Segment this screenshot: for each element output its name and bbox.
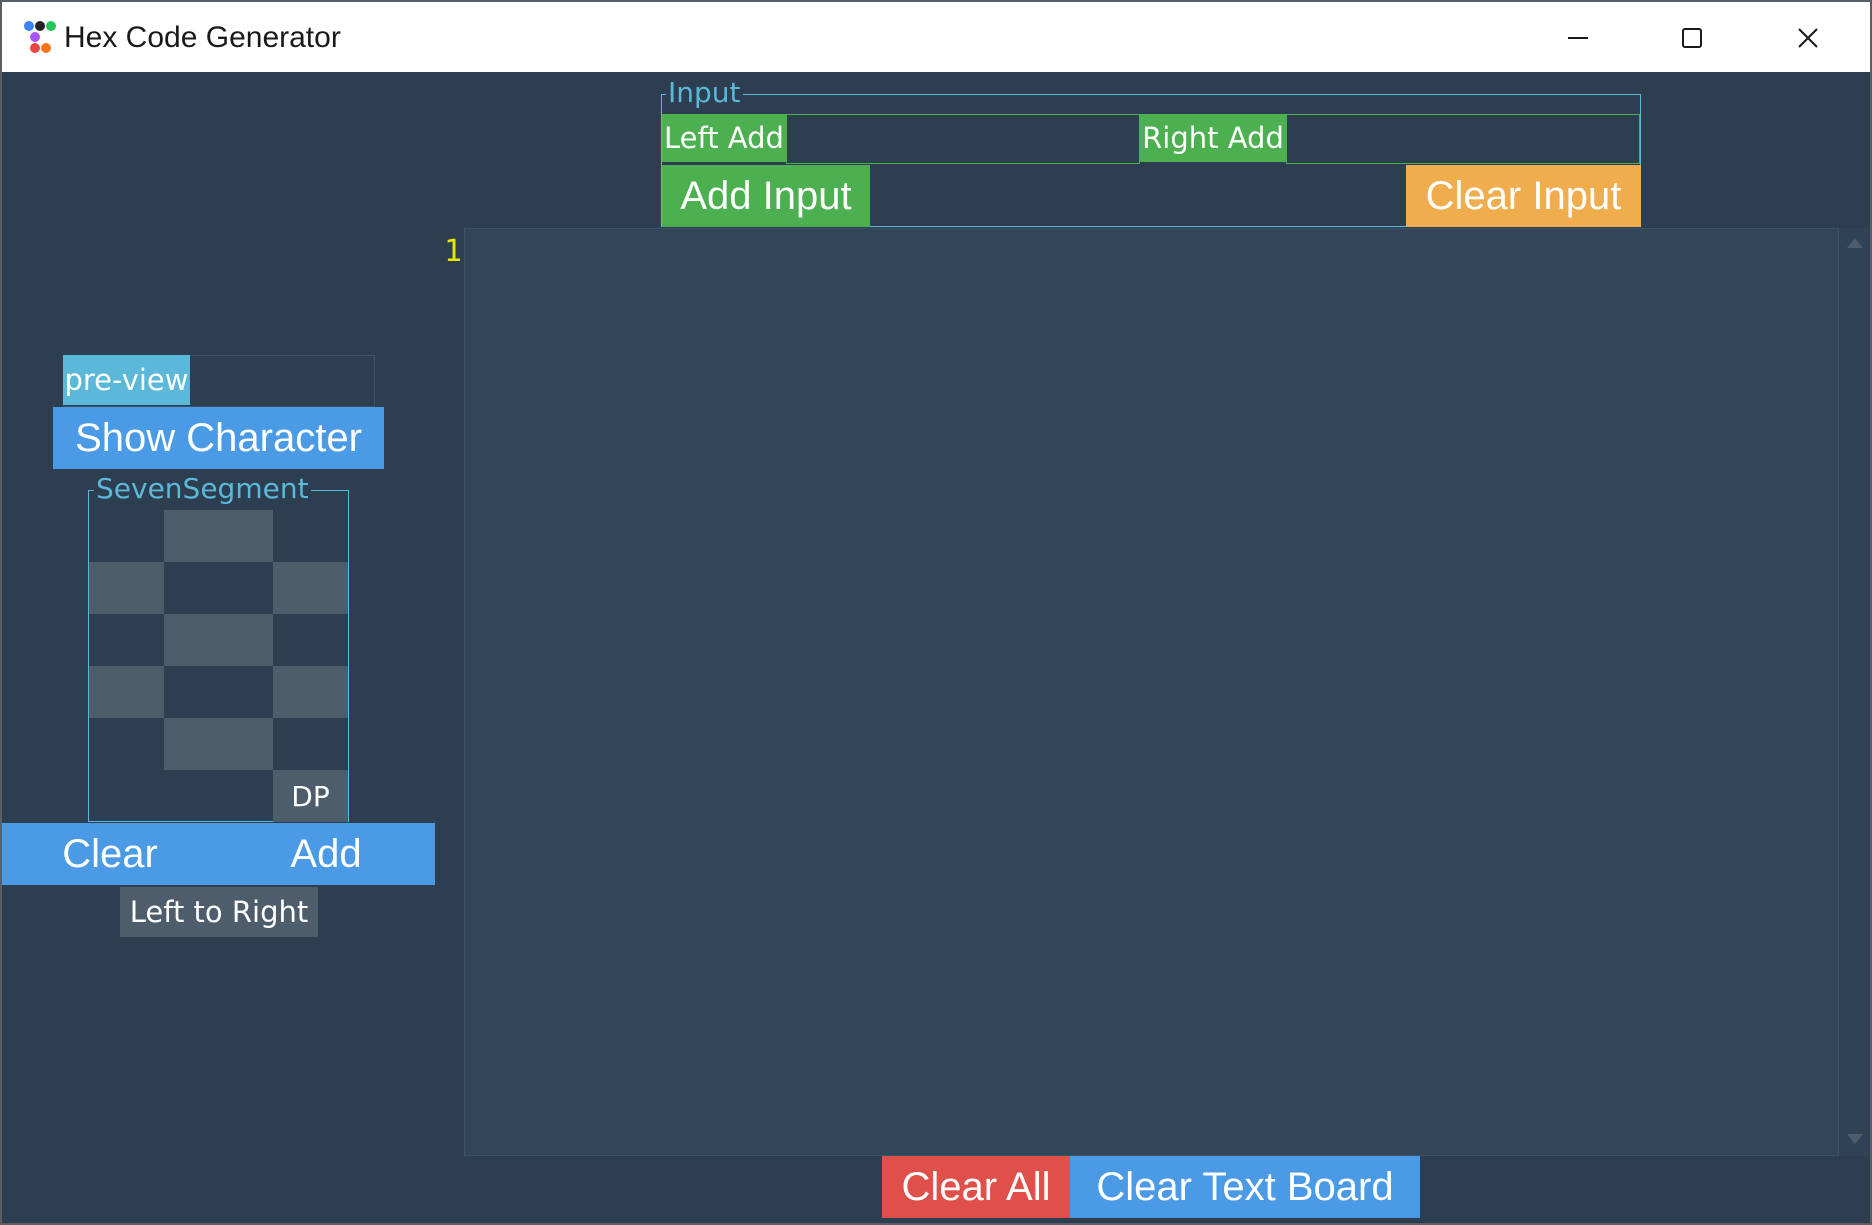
close-button[interactable]	[1780, 10, 1836, 66]
right-add-input[interactable]	[1286, 114, 1640, 164]
text-board-scrollbar[interactable]	[1839, 228, 1870, 1156]
title-bar[interactable]: Hex Code Generator	[2, 2, 1870, 72]
preview-label: pre-view	[63, 355, 190, 405]
right-add-label: Right Add	[1140, 114, 1286, 162]
text-board[interactable]	[464, 228, 1839, 1156]
minimize-icon	[1568, 37, 1588, 39]
segment-e[interactable]	[89, 666, 164, 718]
segment-b[interactable]	[273, 562, 348, 614]
segment-d[interactable]	[164, 718, 273, 770]
close-icon	[1798, 28, 1818, 48]
scroll-up-arrow-icon[interactable]	[1845, 236, 1865, 250]
direction-button[interactable]: Left to Right	[120, 887, 318, 937]
seven-segment-legend: SevenSegment	[94, 472, 311, 506]
left-add-label: Left Add	[662, 114, 786, 162]
clear-all-button[interactable]: Clear All	[882, 1156, 1070, 1218]
clear-text-board-button[interactable]: Clear Text Board	[1070, 1156, 1420, 1218]
preview-value	[192, 357, 372, 403]
add-button[interactable]: Add	[218, 823, 434, 885]
maximize-button[interactable]	[1664, 10, 1720, 66]
segment-dp[interactable]: DP	[273, 770, 348, 822]
maximize-icon	[1682, 28, 1702, 48]
segment-a[interactable]	[164, 510, 273, 562]
palette-dots-icon	[20, 18, 60, 58]
clear-input-button[interactable]: Clear Input	[1406, 165, 1641, 227]
left-add-input[interactable]	[786, 114, 1140, 164]
scroll-down-arrow-icon[interactable]	[1845, 1132, 1865, 1146]
segment-f[interactable]	[89, 562, 164, 614]
minimize-button[interactable]	[1550, 10, 1606, 66]
input-group-legend: Input	[666, 76, 743, 110]
show-character-button[interactable]: Show Character	[53, 407, 384, 469]
segment-g[interactable]	[164, 614, 273, 666]
window-title: Hex Code Generator	[64, 21, 341, 54]
clear-button[interactable]: Clear	[2, 823, 218, 885]
segment-c[interactable]	[273, 666, 348, 718]
add-input-button[interactable]: Add Input	[662, 165, 870, 227]
line-number: 1	[443, 234, 462, 269]
app-window: Hex Code Generator Input Left Add Right …	[0, 0, 1872, 1225]
